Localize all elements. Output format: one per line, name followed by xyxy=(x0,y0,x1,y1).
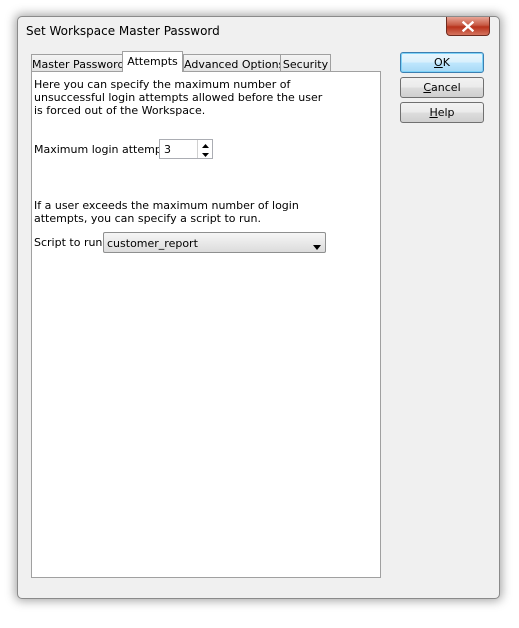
help-mnemonic: H xyxy=(429,106,438,119)
stepper-buttons xyxy=(197,140,212,158)
help-button[interactable]: Help xyxy=(400,102,484,123)
tab-master-password[interactable]: Master Password xyxy=(31,54,125,71)
dialog-window: Set Workspace Master Password Master Pas… xyxy=(17,16,500,599)
help-label: elp xyxy=(437,106,455,119)
tab-label: Master Password xyxy=(32,58,125,71)
script-select[interactable]: customer_report xyxy=(103,232,326,253)
script-label: Script to run: xyxy=(34,236,107,249)
window-title: Set Workspace Master Password xyxy=(26,24,220,38)
ok-mnemonic: O xyxy=(434,56,443,69)
max-attempts-value[interactable]: 3 xyxy=(164,143,171,156)
tab-attempts[interactable]: Attempts xyxy=(122,51,183,72)
script-description: If a user exceeds the maximum number of … xyxy=(34,199,299,225)
tab-label: Security xyxy=(282,58,329,71)
stepper-down-button[interactable] xyxy=(198,149,212,158)
tab-security[interactable]: Security xyxy=(280,54,331,71)
max-attempts-label: Maximum login attempts: xyxy=(34,143,176,156)
cancel-button[interactable]: Cancel xyxy=(400,77,484,98)
close-icon xyxy=(462,20,474,32)
arrow-down-icon xyxy=(201,147,209,160)
title-bar[interactable]: Set Workspace Master Password xyxy=(18,17,499,45)
ok-button[interactable]: OK xyxy=(400,52,484,73)
chevron-down-icon xyxy=(313,240,321,253)
max-attempts-stepper[interactable]: 3 xyxy=(159,139,213,159)
close-button[interactable] xyxy=(446,17,490,36)
attempts-panel: Here you can specify the maximum number … xyxy=(31,71,381,578)
cancel-mnemonic: C xyxy=(423,81,432,94)
tab-advanced-options[interactable]: Advanced Options xyxy=(183,54,285,71)
cancel-label: ancel xyxy=(431,81,461,94)
ok-label: K xyxy=(442,56,450,69)
script-select-value: customer_report xyxy=(107,237,198,250)
tab-label: Attempts xyxy=(127,55,178,68)
tab-label: Advanced Options xyxy=(184,58,285,71)
attempts-description: Here you can specify the maximum number … xyxy=(34,78,323,117)
